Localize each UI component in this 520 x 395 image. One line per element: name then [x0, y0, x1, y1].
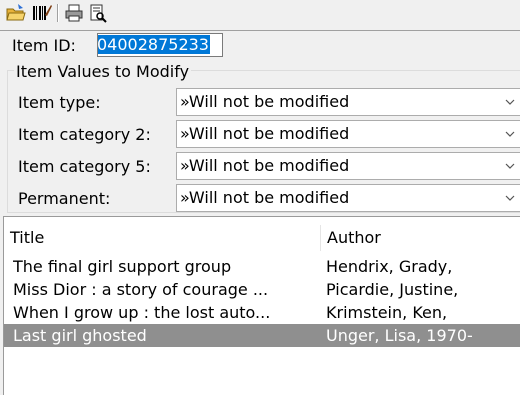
item-id-input[interactable]: 04002875233 — [97, 33, 223, 57]
toolbar-separator — [57, 4, 59, 22]
row-title: Miss Dior : a story of courage ... — [13, 280, 269, 299]
item-type-value: »Will not be modified — [180, 92, 350, 111]
row-title: The final girl support group — [13, 257, 232, 276]
print-icon[interactable] — [64, 3, 84, 23]
item-category-2-value: »Will not be modified — [180, 124, 350, 143]
row-author: Picardie, Justine, — [326, 280, 459, 299]
list-header: Title Author — [4, 225, 520, 251]
table-row[interactable]: When I grow up : the lost auto... Krimst… — [4, 301, 520, 324]
table-row[interactable]: Miss Dior : a story of courage ... Picar… — [4, 278, 520, 301]
toolbar-divider — [0, 30, 520, 31]
chevron-down-icon — [505, 163, 515, 169]
table-row-selected[interactable]: Last girl ghosted Unger, Lisa, 1970- — [4, 324, 520, 347]
item-id-value: 04002875233 — [97, 35, 210, 54]
item-category-5-label: Item category 5: — [18, 157, 151, 176]
item-type-select[interactable]: »Will not be modified — [176, 88, 520, 116]
chevron-down-icon — [505, 131, 515, 137]
row-title: Last girl ghosted — [13, 326, 147, 345]
toolbar — [0, 0, 520, 26]
row-author: Krimstein, Ken, — [326, 303, 448, 322]
row-title: When I grow up : the lost auto... — [13, 303, 271, 322]
row-author: Unger, Lisa, 1970- — [326, 326, 473, 345]
table-row[interactable]: The final girl support group Hendrix, Gr… — [4, 255, 520, 278]
item-type-label: Item type: — [18, 93, 101, 112]
column-header-author[interactable]: Author — [320, 225, 520, 251]
chevron-down-icon — [505, 195, 515, 201]
permanent-select[interactable]: »Will not be modified — [176, 184, 520, 212]
chevron-down-icon — [505, 99, 515, 105]
preview-icon[interactable] — [88, 3, 108, 23]
row-author: Hendrix, Grady, — [326, 257, 453, 276]
items-listview[interactable]: Title Author The final girl support grou… — [3, 216, 520, 395]
column-header-title[interactable]: Title — [4, 225, 320, 251]
permanent-label: Permanent: — [18, 189, 111, 208]
item-category-5-select[interactable]: »Will not be modified — [176, 152, 520, 180]
item-category-2-label: Item category 2: — [18, 125, 151, 144]
permanent-value: »Will not be modified — [180, 188, 350, 207]
item-id-label: Item ID: — [12, 36, 76, 55]
open-folder-icon[interactable] — [6, 3, 26, 23]
barcode-icon[interactable] — [32, 3, 52, 23]
group-legend: Item Values to Modify — [14, 62, 192, 82]
item-category-2-select[interactable]: »Will not be modified — [176, 120, 520, 148]
item-category-5-value: »Will not be modified — [180, 156, 350, 175]
